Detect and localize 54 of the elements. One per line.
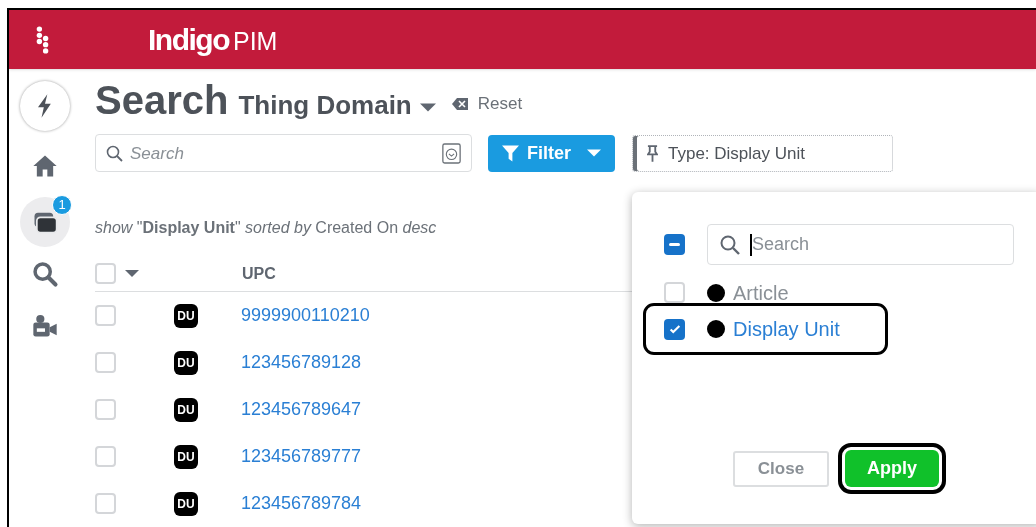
upc-link[interactable]: 123456789128	[241, 349, 362, 376]
filter-chip[interactable]: Type: Display Unit	[632, 134, 893, 172]
search-field[interactable]: Search	[95, 134, 472, 173]
option-label: Article	[733, 280, 789, 306]
caret-icon	[419, 102, 436, 112]
search-icon	[720, 234, 740, 255]
camera-icon	[31, 312, 59, 340]
option-label: Display Unit	[733, 317, 840, 342]
upc-link[interactable]: 123456789784	[241, 490, 362, 517]
notification-badge: 1	[52, 195, 72, 215]
filter-option[interactable]: Article	[646, 277, 885, 308]
search-field[interactable]: Search	[707, 224, 1014, 265]
reset-button[interactable]: Reset	[451, 90, 523, 117]
search-input[interactable]: Search	[130, 140, 435, 167]
row-checkbox[interactable]	[95, 446, 116, 467]
type-badge: DU	[174, 303, 198, 328]
upc-link[interactable]: 9999900110210	[241, 302, 370, 329]
result-summary: show "Display Unit" sorted by Created On desc	[95, 218, 438, 239]
row-checkbox[interactable]	[95, 352, 116, 373]
pin-icon	[647, 144, 658, 162]
close-button[interactable]: Close	[733, 450, 829, 487]
caret-icon	[125, 270, 139, 278]
type-badge: DU	[174, 350, 198, 375]
search-icon	[31, 260, 59, 288]
option-checkbox[interactable]	[664, 318, 685, 340]
type-badge: DU	[174, 491, 198, 516]
filter-button[interactable]: Filter	[488, 134, 615, 172]
option-checkbox[interactable]	[664, 282, 685, 303]
app-logo: Indigo	[148, 24, 229, 55]
row-checkbox[interactable]	[95, 399, 116, 420]
quick-action-button[interactable]	[20, 81, 70, 131]
type-badge: DU	[174, 397, 198, 422]
row-checkbox[interactable]	[95, 493, 116, 514]
search-icon	[106, 144, 123, 162]
type-badge: DU	[174, 444, 198, 469]
select-all-checkbox[interactable]	[95, 263, 116, 285]
upc-link[interactable]: 123456789647	[241, 396, 362, 423]
domain-dropdown[interactable]: Thing Domain	[238, 92, 436, 119]
clear-icon	[451, 97, 468, 110]
product-name: PIM	[233, 29, 278, 54]
checkmark-icon	[667, 322, 682, 336]
column-header: UPC	[242, 263, 276, 284]
select-all-checkbox[interactable]	[664, 234, 685, 255]
sidebar-item[interactable]: 1	[20, 197, 70, 247]
upc-link[interactable]: 123456789777	[241, 443, 362, 470]
scan-icon	[442, 142, 461, 164]
caret-icon	[587, 149, 601, 158]
row-checkbox[interactable]	[95, 305, 116, 326]
filter-option[interactable]: Display Unit	[646, 306, 885, 352]
logo-dots-icon	[35, 25, 50, 54]
page-title: Search	[95, 80, 229, 121]
minus-icon	[669, 243, 680, 246]
filter-icon	[502, 144, 519, 162]
search-input[interactable]: Search	[752, 231, 1001, 258]
